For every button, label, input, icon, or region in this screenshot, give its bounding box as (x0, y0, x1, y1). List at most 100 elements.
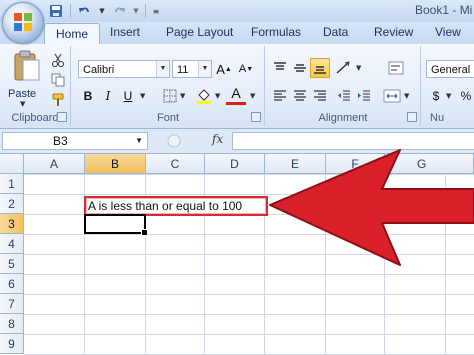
copy-icon[interactable] (48, 70, 68, 90)
font-group-label: Font (156, 112, 179, 124)
grow-font-button[interactable]: A ▲ (214, 59, 234, 79)
font-size-value: 11 (177, 64, 189, 76)
merge-center-icon[interactable] (382, 86, 402, 106)
alignment-group-label: Alignment (318, 112, 368, 124)
font-name-value: Calibri (83, 64, 115, 76)
row-header-3[interactable]: 3 (0, 214, 24, 234)
window-title: Book1 - Mi (415, 3, 473, 17)
separator (70, 4, 71, 18)
paste-button[interactable]: Paste ▼ (8, 50, 44, 108)
row-header-1[interactable]: 1 (0, 174, 24, 194)
tab-review[interactable]: Review (374, 25, 413, 39)
chevron-down-icon[interactable]: ▼ (20, 100, 25, 108)
chevron-down-icon[interactable]: ▼ (250, 92, 255, 100)
currency-button[interactable]: $ (426, 86, 446, 106)
tab-page-layout[interactable]: Page Layout (166, 25, 233, 39)
formula-bar-grip-icon (167, 134, 181, 148)
number-format-combo[interactable]: General (426, 60, 474, 78)
font-name-combo[interactable]: Calibri ▼ (78, 60, 170, 78)
chevron-down-icon[interactable]: ▼ (156, 61, 169, 77)
shrink-font-glyph: A (238, 63, 247, 75)
paste-icon (14, 50, 40, 81)
dialog-launcher-icon[interactable] (251, 112, 261, 122)
dialog-launcher-icon[interactable] (57, 112, 67, 122)
redo-icon[interactable] (111, 3, 127, 19)
underline-button[interactable]: U (118, 86, 138, 106)
office-logo-icon (14, 13, 32, 31)
chevron-down-icon[interactable]: ▼ (198, 61, 211, 77)
select-all-corner[interactable] (0, 154, 24, 174)
chevron-down-icon[interactable]: ▼ (135, 133, 143, 149)
name-box-value: B3 (53, 134, 68, 148)
cut-icon[interactable] (48, 50, 68, 70)
row-header-5[interactable]: 5 (0, 254, 24, 274)
chevron-down-icon[interactable]: ▼ (446, 92, 451, 100)
row-header-7[interactable]: 7 (0, 294, 24, 314)
active-cell-b3[interactable] (84, 214, 148, 236)
row-header-6[interactable]: 6 (0, 274, 24, 294)
customize-qat-icon[interactable]: ≡ (152, 3, 160, 19)
tab-insert[interactable]: Insert (110, 25, 140, 39)
chevron-down-icon[interactable]: ▼ (99, 3, 105, 19)
wrap-text-icon[interactable] (386, 58, 406, 78)
chevron-down-icon[interactable]: ▼ (180, 92, 185, 100)
column-header-d[interactable]: D (205, 154, 265, 174)
tab-view[interactable]: View (435, 25, 461, 39)
align-bottom-icon[interactable] (310, 58, 330, 78)
office-button[interactable] (2, 2, 44, 44)
bold-button[interactable]: B (78, 86, 98, 106)
number-group: General $ ▼ % Nu (422, 46, 474, 126)
fill-handle[interactable] (141, 229, 148, 236)
align-right-icon[interactable] (310, 86, 330, 106)
column-header-b[interactable]: B (85, 154, 146, 174)
number-group-label: Nu (430, 112, 445, 124)
italic-button[interactable]: I (98, 86, 118, 106)
orientation-icon[interactable] (334, 58, 354, 78)
chevron-down-icon[interactable]: ▼ (133, 3, 139, 19)
font-color-button[interactable]: A (226, 84, 246, 105)
tab-data[interactable]: Data (323, 25, 348, 39)
borders-icon[interactable] (160, 86, 180, 106)
ribbon-tabs: Home Insert Page Layout Formulas Data Re… (0, 22, 474, 45)
align-middle-icon[interactable] (290, 58, 310, 78)
shrink-font-button[interactable]: A ▼ (236, 59, 256, 79)
percent-button[interactable]: % (456, 86, 474, 106)
grow-font-glyph: A (216, 61, 225, 77)
align-left-icon[interactable] (270, 86, 290, 106)
decrease-indent-icon[interactable] (334, 86, 354, 106)
title-bar: ▼ ▼ ≡ Book1 - Mi (0, 0, 474, 22)
paste-label: Paste (8, 88, 37, 100)
chevron-down-icon[interactable]: ▼ (356, 64, 361, 72)
chevron-down-icon[interactable]: ▼ (215, 92, 220, 100)
format-painter-icon[interactable] (48, 90, 68, 110)
undo-icon[interactable] (77, 3, 93, 19)
tab-home[interactable]: Home (44, 23, 100, 45)
font-size-combo[interactable]: 11 ▼ (172, 60, 212, 78)
formula-buttons: fx (152, 132, 232, 150)
chevron-down-icon[interactable]: ▼ (404, 92, 409, 100)
red-arrow-icon (269, 149, 474, 266)
number-format-value: General (431, 64, 471, 76)
row-header-8[interactable]: 8 (0, 314, 24, 334)
row-header-9[interactable]: 9 (0, 334, 24, 354)
row-header-4[interactable]: 4 (0, 234, 24, 254)
quick-access-toolbar: ▼ ▼ ≡ (48, 3, 160, 19)
font-group: Calibri ▼ 11 ▼ A ▲ A ▼ B I U ▼ ▼ ▼ A ▼ Fon… (72, 46, 265, 126)
cell-b2[interactable]: A is less than or equal to 100 (84, 196, 268, 216)
align-center-icon[interactable] (290, 86, 310, 106)
separator (145, 4, 146, 18)
tab-formulas[interactable]: Formulas (251, 25, 301, 39)
name-box[interactable]: B3 ▼ (2, 132, 148, 150)
fill-color-icon[interactable] (194, 86, 214, 106)
column-header-c[interactable]: C (146, 154, 205, 174)
clipboard-group: Paste ▼ Clipboard (0, 46, 71, 126)
ribbon: Paste ▼ Clipboard Calibri ▼ 11 ▼ A ▲ A ▼ B… (0, 44, 474, 129)
chevron-down-icon[interactable]: ▼ (140, 92, 145, 100)
row-header-2[interactable]: 2 (0, 194, 24, 214)
insert-function-button[interactable]: fx (212, 132, 223, 146)
dialog-launcher-icon[interactable] (407, 112, 417, 122)
save-icon[interactable] (48, 3, 64, 19)
increase-indent-icon[interactable] (354, 86, 374, 106)
column-header-a[interactable]: A (24, 154, 85, 174)
align-top-icon[interactable] (270, 58, 290, 78)
